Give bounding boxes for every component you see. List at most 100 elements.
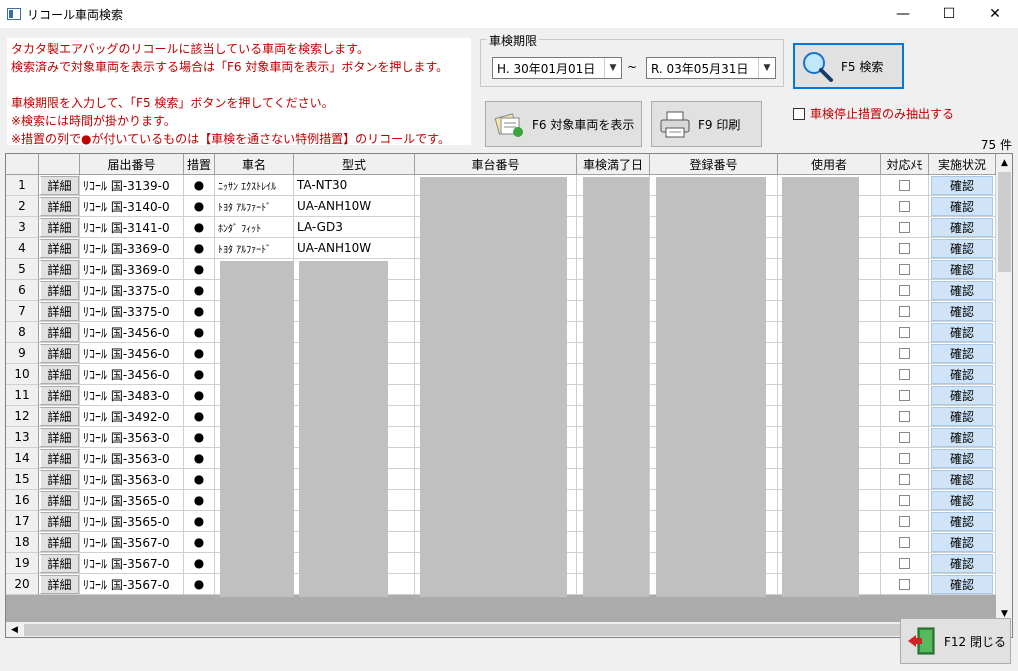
search-button[interactable]: F5 検索 bbox=[793, 43, 904, 89]
show-vehicles-button[interactable]: F6 対象車両を表示 bbox=[485, 101, 642, 147]
notice-number-cell[interactable]: ﾘｺｰﾙ 国-3139-0 bbox=[80, 175, 184, 196]
memo-checkbox[interactable] bbox=[899, 284, 910, 296]
confirm-button[interactable]: 確認 bbox=[931, 490, 993, 510]
measure-cell[interactable]: ● bbox=[184, 553, 215, 574]
detail-button[interactable]: 詳細 bbox=[39, 238, 79, 258]
detail-button[interactable]: 詳細 bbox=[39, 406, 79, 426]
detail-button[interactable]: 詳細 bbox=[39, 553, 79, 573]
measure-cell[interactable]: ● bbox=[184, 532, 215, 553]
measure-cell[interactable]: ● bbox=[184, 343, 215, 364]
memo-checkbox[interactable] bbox=[899, 410, 910, 422]
confirm-button[interactable]: 確認 bbox=[931, 196, 993, 216]
measure-cell[interactable]: ● bbox=[184, 322, 215, 343]
header-user[interactable]: 使用者 bbox=[778, 154, 881, 175]
memo-checkbox[interactable] bbox=[899, 389, 910, 401]
vertical-scroll-thumb[interactable] bbox=[998, 172, 1011, 272]
header-memo[interactable]: 対応ﾒﾓ bbox=[881, 154, 929, 175]
header-registration-number[interactable]: 登録番号 bbox=[650, 154, 778, 175]
confirm-button[interactable]: 確認 bbox=[931, 553, 993, 573]
horizontal-scrollbar[interactable]: ◀ ▶ bbox=[6, 622, 996, 637]
chevron-down-icon[interactable]: ▼ bbox=[758, 58, 775, 78]
vehicle-name-cell[interactable]: ﾆｯｻﾝ ｴｸｽﾄﾚｲﾙ bbox=[215, 175, 294, 196]
confirm-button[interactable]: 確認 bbox=[931, 280, 993, 300]
notice-number-cell[interactable]: ﾘｺｰﾙ 国-3456-0 bbox=[80, 364, 184, 385]
model-cell[interactable]: UA-ANH10W bbox=[294, 196, 415, 217]
measure-cell[interactable]: ● bbox=[184, 238, 215, 259]
detail-button[interactable]: 詳細 bbox=[39, 574, 79, 594]
detail-button[interactable]: 詳細 bbox=[39, 511, 79, 531]
confirm-button[interactable]: 確認 bbox=[931, 322, 993, 342]
measure-cell[interactable]: ● bbox=[184, 175, 215, 196]
detail-button[interactable]: 詳細 bbox=[39, 448, 79, 468]
header-chassis-number[interactable]: 車台番号 bbox=[415, 154, 577, 175]
confirm-button[interactable]: 確認 bbox=[931, 364, 993, 384]
confirm-button[interactable]: 確認 bbox=[931, 301, 993, 321]
detail-button[interactable]: 詳細 bbox=[39, 343, 79, 363]
notice-number-cell[interactable]: ﾘｺｰﾙ 国-3483-0 bbox=[80, 385, 184, 406]
stop-only-filter[interactable]: 車検停止措置のみ抽出する bbox=[793, 105, 954, 122]
measure-cell[interactable]: ● bbox=[184, 448, 215, 469]
confirm-button[interactable]: 確認 bbox=[931, 406, 993, 426]
model-cell[interactable]: UA-ANH10W bbox=[294, 238, 415, 259]
model-cell[interactable]: LA-GD3 bbox=[294, 217, 415, 238]
close-window-button[interactable]: ✕ bbox=[972, 0, 1018, 28]
print-button[interactable]: F9 印刷 bbox=[651, 101, 762, 147]
measure-cell[interactable]: ● bbox=[184, 385, 215, 406]
memo-checkbox[interactable] bbox=[899, 473, 910, 485]
notice-number-cell[interactable]: ﾘｺｰﾙ 国-3565-0 bbox=[80, 490, 184, 511]
memo-checkbox[interactable] bbox=[899, 242, 910, 254]
measure-cell[interactable]: ● bbox=[184, 259, 215, 280]
chevron-down-icon[interactable]: ▼ bbox=[604, 58, 621, 78]
measure-cell[interactable]: ● bbox=[184, 217, 215, 238]
notice-number-cell[interactable]: ﾘｺｰﾙ 国-3456-0 bbox=[80, 343, 184, 364]
detail-button[interactable]: 詳細 bbox=[39, 322, 79, 342]
detail-button[interactable]: 詳細 bbox=[39, 175, 79, 195]
header-notice-number[interactable]: 届出番号 bbox=[80, 154, 184, 175]
notice-number-cell[interactable]: ﾘｺｰﾙ 国-3567-0 bbox=[80, 553, 184, 574]
memo-checkbox[interactable] bbox=[899, 305, 910, 317]
detail-button[interactable]: 詳細 bbox=[39, 280, 79, 300]
measure-cell[interactable]: ● bbox=[184, 301, 215, 322]
detail-button[interactable]: 詳細 bbox=[39, 532, 79, 552]
memo-checkbox[interactable] bbox=[899, 200, 910, 212]
detail-button[interactable]: 詳細 bbox=[39, 385, 79, 405]
vehicle-name-cell[interactable]: ﾎﾝﾀﾞ ﾌｨｯﾄ bbox=[215, 217, 294, 238]
detail-button[interactable]: 詳細 bbox=[39, 217, 79, 237]
notice-number-cell[interactable]: ﾘｺｰﾙ 国-3567-0 bbox=[80, 532, 184, 553]
scroll-left-icon[interactable]: ◀ bbox=[6, 622, 23, 637]
vertical-scrollbar[interactable]: ▲ ▼ bbox=[996, 154, 1012, 622]
memo-checkbox[interactable] bbox=[899, 494, 910, 506]
confirm-button[interactable]: 確認 bbox=[931, 532, 993, 552]
header-inspection-expiry[interactable]: 車検満了日 bbox=[577, 154, 650, 175]
header-measure[interactable]: 措置 bbox=[184, 154, 215, 175]
memo-checkbox[interactable] bbox=[899, 263, 910, 275]
confirm-button[interactable]: 確認 bbox=[931, 427, 993, 447]
detail-button[interactable]: 詳細 bbox=[39, 469, 79, 489]
detail-button[interactable]: 詳細 bbox=[39, 490, 79, 510]
detail-button[interactable]: 詳細 bbox=[39, 259, 79, 279]
confirm-button[interactable]: 確認 bbox=[931, 574, 993, 594]
detail-button[interactable]: 詳細 bbox=[39, 301, 79, 321]
measure-cell[interactable]: ● bbox=[184, 511, 215, 532]
measure-cell[interactable]: ● bbox=[184, 490, 215, 511]
notice-number-cell[interactable]: ﾘｺｰﾙ 国-3375-0 bbox=[80, 280, 184, 301]
period-from-select[interactable]: H. 30年01月01日 ▼ bbox=[492, 57, 622, 79]
memo-checkbox[interactable] bbox=[899, 578, 910, 590]
memo-checkbox[interactable] bbox=[899, 536, 910, 548]
confirm-button[interactable]: 確認 bbox=[931, 259, 993, 279]
confirm-button[interactable]: 確認 bbox=[931, 238, 993, 258]
measure-cell[interactable]: ● bbox=[184, 196, 215, 217]
notice-number-cell[interactable]: ﾘｺｰﾙ 国-3563-0 bbox=[80, 448, 184, 469]
detail-button[interactable]: 詳細 bbox=[39, 196, 79, 216]
header-status[interactable]: 実施状況 bbox=[929, 154, 996, 175]
model-cell[interactable]: TA-NT30 bbox=[294, 175, 415, 196]
notice-number-cell[interactable]: ﾘｺｰﾙ 国-3563-0 bbox=[80, 427, 184, 448]
memo-checkbox[interactable] bbox=[899, 368, 910, 380]
notice-number-cell[interactable]: ﾘｺｰﾙ 国-3456-0 bbox=[80, 322, 184, 343]
minimize-button[interactable]: — bbox=[880, 0, 926, 28]
memo-checkbox[interactable] bbox=[899, 347, 910, 359]
notice-number-cell[interactable]: ﾘｺｰﾙ 国-3140-0 bbox=[80, 196, 184, 217]
header-model[interactable]: 型式 bbox=[294, 154, 415, 175]
notice-number-cell[interactable]: ﾘｺｰﾙ 国-3369-0 bbox=[80, 259, 184, 280]
measure-cell[interactable]: ● bbox=[184, 364, 215, 385]
